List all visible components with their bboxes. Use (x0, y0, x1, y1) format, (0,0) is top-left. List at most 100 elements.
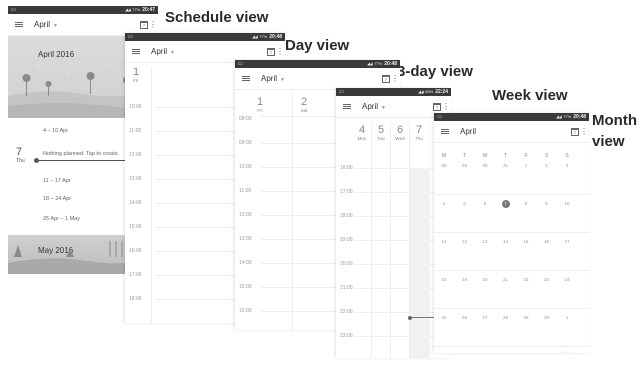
battery-level: 77% (132, 7, 141, 12)
signal-icon: ◢◢ (418, 89, 424, 94)
date-cell[interactable]: 14 (500, 238, 512, 246)
more-options-icon[interactable]: ⋮ (390, 68, 400, 90)
date-cell[interactable]: 3 (561, 162, 573, 170)
dropdown-caret-icon: ▼ (170, 50, 175, 56)
nothing-planned-link[interactable]: Nothing planned. Tap to create. (43, 151, 119, 157)
day-header[interactable]: 1 Fri (133, 67, 147, 84)
date-cell[interactable]: 28 (438, 162, 450, 170)
date-cell[interactable]: 30 (479, 162, 491, 170)
date-cell[interactable]: 17 (561, 238, 573, 246)
menu-icon[interactable] (129, 41, 143, 63)
day-header[interactable]: 2 Sat (297, 96, 311, 114)
day-header[interactable]: 5 Tue (373, 125, 389, 142)
weekday-header: T (462, 153, 467, 159)
month-selector[interactable]: April ▼ (34, 20, 58, 29)
date-cell[interactable]: 9 (541, 200, 553, 208)
date-cell[interactable]: 4 (438, 200, 450, 208)
day-header[interactable]: 4 Mon (354, 125, 370, 142)
today-calendar-icon[interactable]: 7 (571, 127, 579, 136)
date-cell[interactable]: 6 (520, 352, 532, 353)
month-title: April (460, 127, 477, 136)
status-bar: ▭ ◢◢ 77% 20:47 (8, 6, 158, 14)
date-cell[interactable]: 1 (520, 162, 532, 170)
month-selector[interactable]: April ▼ (261, 74, 285, 83)
date-cell[interactable]: 16 (541, 238, 553, 246)
day-header[interactable]: 7 Thu (411, 125, 427, 142)
date-cell[interactable]: 30 (541, 314, 553, 322)
battery-level: 77% (563, 114, 572, 119)
date-cell[interactable]: 10 (561, 200, 573, 208)
date-cell[interactable]: 5 (500, 352, 512, 353)
week-row-divider (434, 232, 589, 233)
more-options-icon[interactable]: ⋮ (579, 121, 589, 143)
label-month-view-line2: view (592, 133, 625, 150)
date-cell[interactable]: 8 (520, 200, 532, 208)
day-header[interactable]: 1 Fri (253, 97, 267, 114)
date-cell[interactable]: 11 (438, 238, 450, 246)
date-cell[interactable]: 19 (459, 276, 471, 284)
date-cell[interactable]: 4 (479, 352, 491, 353)
date-cell[interactable]: 18 (438, 276, 450, 284)
menu-icon[interactable] (239, 68, 253, 90)
date-cell[interactable]: 2 (541, 162, 553, 170)
day-name: Sat (300, 108, 308, 113)
date-cell[interactable]: 13 (479, 238, 491, 246)
menu-icon[interactable] (12, 14, 26, 36)
today-calendar-icon[interactable]: 7 (267, 47, 275, 56)
hour-label: 16:00 (239, 308, 252, 314)
date-cell[interactable]: 29 (459, 162, 471, 170)
date-cell[interactable]: 22 (520, 276, 532, 284)
date-cell[interactable]: 6 (479, 200, 491, 208)
date-cell[interactable]: 31 (500, 162, 512, 170)
menu-icon[interactable] (340, 96, 354, 118)
today-date-cell[interactable]: 7 (501, 200, 510, 208)
day-header[interactable]: 6 Wed (392, 125, 408, 142)
menu-icon[interactable] (438, 121, 452, 143)
date-cell[interactable]: 12 (459, 238, 471, 246)
date-cell[interactable]: 25 (438, 314, 450, 322)
day-name: Mon (357, 136, 367, 141)
hour-label: 19:00 (340, 237, 353, 243)
today-calendar-icon[interactable]: 7 (140, 20, 148, 29)
battery-level: 77% (259, 34, 268, 39)
date-cell[interactable]: 26 (459, 314, 471, 322)
day-column-divider (292, 94, 293, 330)
date-cell[interactable]: 23 (541, 276, 553, 284)
date-cell[interactable]: 24 (561, 276, 573, 284)
label-schedule-view: Schedule view (165, 9, 269, 26)
month-view-screen: ▭ ◢◢ 77% 20:48 April 7 ⋮ M T W T F S S 28 29 30 31… (434, 113, 589, 353)
hour-label: 13:00 (239, 236, 252, 242)
date-cell[interactable]: 15 (520, 238, 532, 246)
month-selector[interactable]: April (460, 127, 476, 136)
date-cell[interactable]: 27 (479, 314, 491, 322)
day-name: Thu (415, 136, 423, 141)
hour-label: 15:00 (129, 224, 142, 230)
date-cell[interactable]: 29 (520, 314, 532, 322)
week-range: 11 – 17 Apr (43, 178, 71, 184)
hour-label: 10:00 (129, 104, 142, 110)
label-3-day-view: 3-day view (397, 63, 473, 80)
hour-label: 22:00 (340, 309, 353, 315)
month-selector[interactable]: April ▼ (362, 102, 386, 111)
hour-label: 08:00 (239, 116, 252, 122)
month-title: April (151, 47, 168, 56)
date-cell[interactable]: 20 (479, 276, 491, 284)
label-week-view: Week view (492, 87, 568, 104)
date-cell[interactable]: 7 (541, 352, 553, 353)
date-cell[interactable]: 28 (500, 314, 512, 322)
hour-label: 09:00 (239, 140, 252, 146)
week-row-divider (434, 308, 589, 309)
date-cell[interactable]: 5 (459, 200, 471, 208)
hour-label: 10:00 (239, 164, 252, 170)
weekday-header: M (441, 153, 447, 159)
date-cell[interactable]: 3 (459, 352, 471, 353)
hour-label: 16:00 (129, 248, 142, 254)
day-number: 2 (300, 96, 308, 108)
today-calendar-icon[interactable]: 7 (382, 74, 390, 83)
month-selector[interactable]: April ▼ (151, 47, 175, 56)
date-cell[interactable]: 21 (500, 276, 512, 284)
today-calendar-icon[interactable]: 7 (433, 102, 441, 111)
date-cell[interactable]: 1 (561, 314, 573, 322)
date-cell[interactable]: 2 (438, 352, 450, 353)
day-name: Wed (395, 136, 405, 141)
